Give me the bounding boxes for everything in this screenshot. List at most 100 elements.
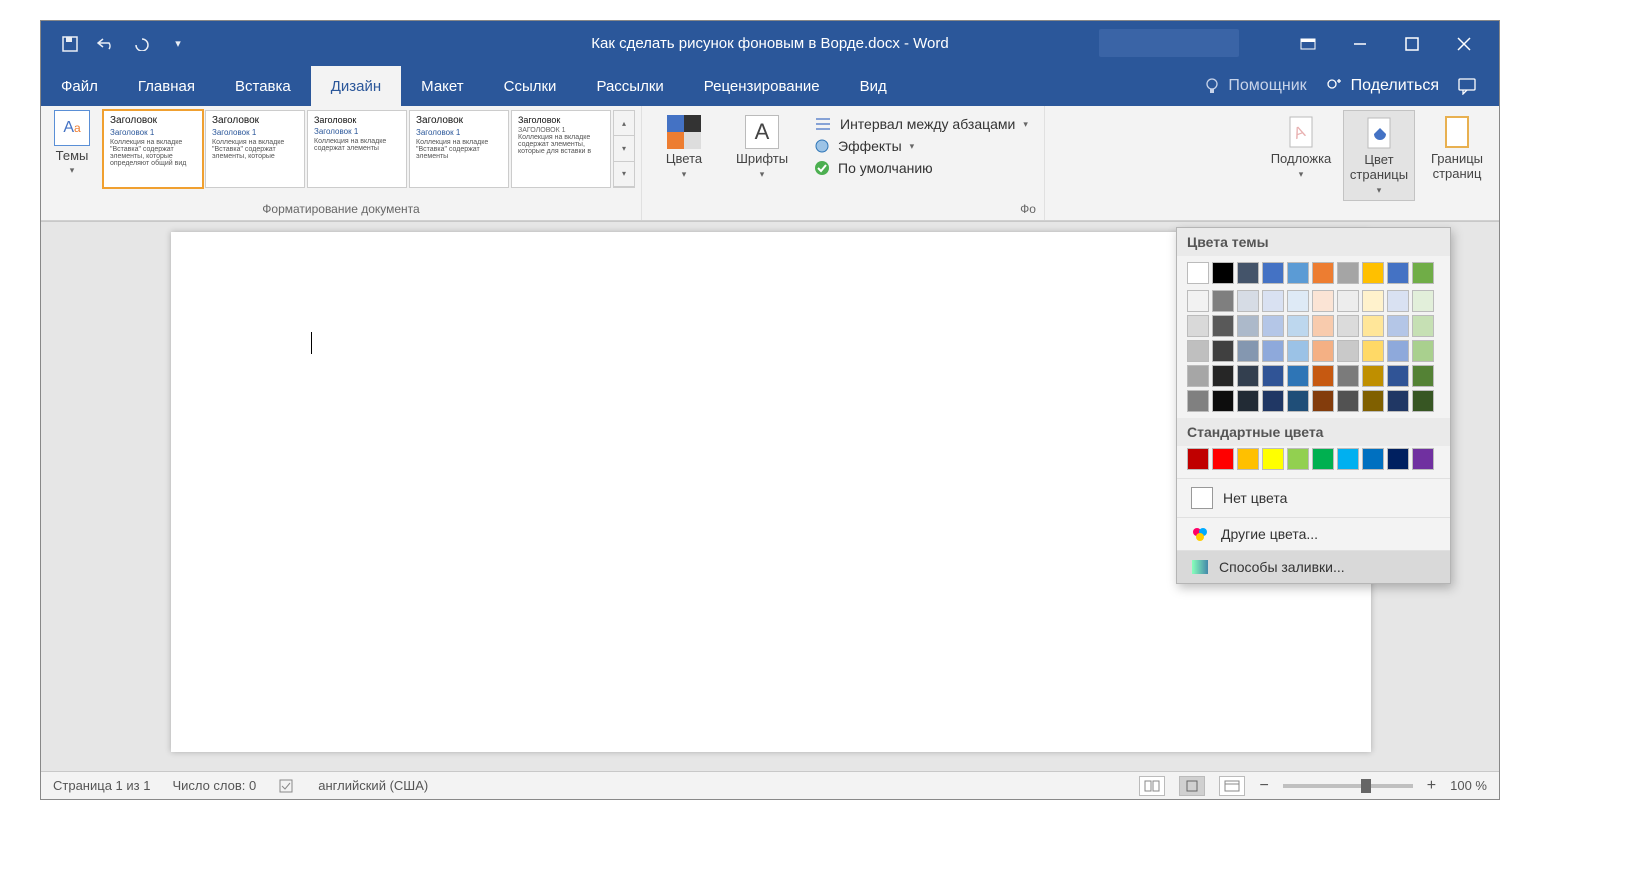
color-swatch[interactable] bbox=[1362, 448, 1384, 470]
tab-mailings[interactable]: Рассылки bbox=[576, 66, 683, 106]
gallery-item[interactable]: ЗаголовокЗАГОЛОВОК 1Коллекция на вкладке… bbox=[511, 110, 611, 188]
color-swatch[interactable] bbox=[1187, 262, 1209, 284]
color-swatch[interactable] bbox=[1187, 365, 1209, 387]
color-swatch[interactable] bbox=[1212, 390, 1234, 412]
color-swatch[interactable] bbox=[1362, 390, 1384, 412]
color-swatch[interactable] bbox=[1212, 340, 1234, 362]
no-color-item[interactable]: Нет цвета bbox=[1177, 478, 1450, 517]
more-colors-item[interactable]: Другие цвета... bbox=[1177, 517, 1450, 550]
color-swatch[interactable] bbox=[1387, 448, 1409, 470]
read-mode-icon[interactable] bbox=[1139, 776, 1165, 796]
color-swatch[interactable] bbox=[1237, 290, 1259, 312]
color-swatch[interactable] bbox=[1387, 315, 1409, 337]
color-swatch[interactable] bbox=[1387, 390, 1409, 412]
page-borders-button[interactable]: Границы страниц bbox=[1421, 110, 1493, 186]
color-swatch[interactable] bbox=[1412, 365, 1434, 387]
color-swatch[interactable] bbox=[1362, 262, 1384, 284]
color-swatch[interactable] bbox=[1412, 262, 1434, 284]
comments-icon[interactable] bbox=[1457, 77, 1477, 95]
color-swatch[interactable] bbox=[1237, 315, 1259, 337]
color-swatch[interactable] bbox=[1387, 365, 1409, 387]
fill-effects-item[interactable]: Способы заливки... bbox=[1177, 550, 1450, 583]
color-swatch[interactable] bbox=[1262, 390, 1284, 412]
qat-more-icon[interactable]: ▾ bbox=[169, 35, 187, 53]
colors-button[interactable]: Цвета▾ bbox=[648, 110, 720, 184]
color-swatch[interactable] bbox=[1187, 390, 1209, 412]
color-swatch[interactable] bbox=[1337, 262, 1359, 284]
color-swatch[interactable] bbox=[1187, 448, 1209, 470]
redo-icon[interactable] bbox=[133, 35, 151, 53]
web-layout-icon[interactable] bbox=[1219, 776, 1245, 796]
tab-review[interactable]: Рецензирование bbox=[684, 66, 840, 106]
page-color-button[interactable]: Цвет страницы▾ bbox=[1343, 110, 1415, 201]
color-swatch[interactable] bbox=[1262, 262, 1284, 284]
print-layout-icon[interactable] bbox=[1179, 776, 1205, 796]
effects-button[interactable]: Эффекты ▾ bbox=[814, 138, 1028, 154]
color-swatch[interactable] bbox=[1362, 340, 1384, 362]
proofing-icon[interactable] bbox=[278, 778, 296, 794]
color-swatch[interactable] bbox=[1312, 365, 1334, 387]
color-swatch[interactable] bbox=[1312, 290, 1334, 312]
account-area[interactable] bbox=[1099, 29, 1239, 57]
color-swatch[interactable] bbox=[1412, 315, 1434, 337]
color-swatch[interactable] bbox=[1312, 262, 1334, 284]
gallery-item[interactable]: ЗаголовокЗаголовок 1Коллекция на вкладке… bbox=[103, 110, 203, 188]
themes-button[interactable]: Aa Темы ▾ bbox=[47, 110, 97, 176]
color-swatch[interactable] bbox=[1187, 315, 1209, 337]
undo-icon[interactable] bbox=[97, 35, 115, 53]
color-swatch[interactable] bbox=[1187, 340, 1209, 362]
color-swatch[interactable] bbox=[1337, 290, 1359, 312]
color-swatch[interactable] bbox=[1212, 262, 1234, 284]
zoom-out-icon[interactable]: − bbox=[1259, 777, 1268, 795]
color-swatch[interactable] bbox=[1287, 448, 1309, 470]
color-swatch[interactable] bbox=[1387, 340, 1409, 362]
gallery-item[interactable]: ЗаголовокЗаголовок 1Коллекция на вкладке… bbox=[307, 110, 407, 188]
color-swatch[interactable] bbox=[1337, 340, 1359, 362]
color-swatch[interactable] bbox=[1287, 365, 1309, 387]
gallery-item[interactable]: ЗаголовокЗаголовок 1Коллекция на вкладке… bbox=[409, 110, 509, 188]
paragraph-spacing-button[interactable]: Интервал между абзацами ▾ bbox=[814, 116, 1028, 132]
zoom-in-icon[interactable]: + bbox=[1427, 777, 1436, 795]
zoom-slider[interactable] bbox=[1283, 784, 1413, 788]
tab-home[interactable]: Главная bbox=[118, 66, 215, 106]
color-swatch[interactable] bbox=[1412, 290, 1434, 312]
color-swatch[interactable] bbox=[1412, 448, 1434, 470]
color-swatch[interactable] bbox=[1312, 448, 1334, 470]
tab-design[interactable]: Дизайн bbox=[311, 66, 401, 106]
tab-insert[interactable]: Вставка bbox=[215, 66, 311, 106]
style-gallery[interactable]: ЗаголовокЗаголовок 1Коллекция на вкладке… bbox=[103, 110, 635, 188]
color-swatch[interactable] bbox=[1237, 365, 1259, 387]
color-swatch[interactable] bbox=[1237, 340, 1259, 362]
color-swatch[interactable] bbox=[1312, 390, 1334, 412]
watermark-button[interactable]: A Подложка▾ bbox=[1265, 110, 1337, 184]
color-swatch[interactable] bbox=[1262, 365, 1284, 387]
color-swatch[interactable] bbox=[1387, 262, 1409, 284]
color-swatch[interactable] bbox=[1237, 448, 1259, 470]
minimize-icon[interactable] bbox=[1351, 35, 1369, 53]
color-swatch[interactable] bbox=[1262, 448, 1284, 470]
status-page[interactable]: Страница 1 из 1 bbox=[53, 778, 150, 793]
color-swatch[interactable] bbox=[1337, 390, 1359, 412]
color-swatch[interactable] bbox=[1287, 390, 1309, 412]
share-button[interactable]: Поделиться bbox=[1325, 77, 1439, 95]
status-words[interactable]: Число слов: 0 bbox=[172, 778, 256, 793]
color-swatch[interactable] bbox=[1237, 262, 1259, 284]
tab-references[interactable]: Ссылки bbox=[484, 66, 577, 106]
close-icon[interactable] bbox=[1455, 35, 1473, 53]
color-swatch[interactable] bbox=[1212, 290, 1234, 312]
tab-layout[interactable]: Макет bbox=[401, 66, 483, 106]
fonts-button[interactable]: А Шрифты▾ bbox=[726, 110, 798, 184]
color-swatch[interactable] bbox=[1287, 340, 1309, 362]
color-swatch[interactable] bbox=[1312, 315, 1334, 337]
color-swatch[interactable] bbox=[1287, 262, 1309, 284]
color-swatch[interactable] bbox=[1212, 365, 1234, 387]
color-swatch[interactable] bbox=[1237, 390, 1259, 412]
document-area[interactable]: Цвета темы Стандартные цвета Нет цвета Д… bbox=[41, 221, 1499, 771]
color-swatch[interactable] bbox=[1362, 365, 1384, 387]
color-swatch[interactable] bbox=[1287, 315, 1309, 337]
tab-file[interactable]: Файл bbox=[41, 66, 118, 106]
color-swatch[interactable] bbox=[1262, 290, 1284, 312]
save-icon[interactable] bbox=[61, 35, 79, 53]
color-swatch[interactable] bbox=[1412, 340, 1434, 362]
zoom-level[interactable]: 100 % bbox=[1450, 778, 1487, 793]
